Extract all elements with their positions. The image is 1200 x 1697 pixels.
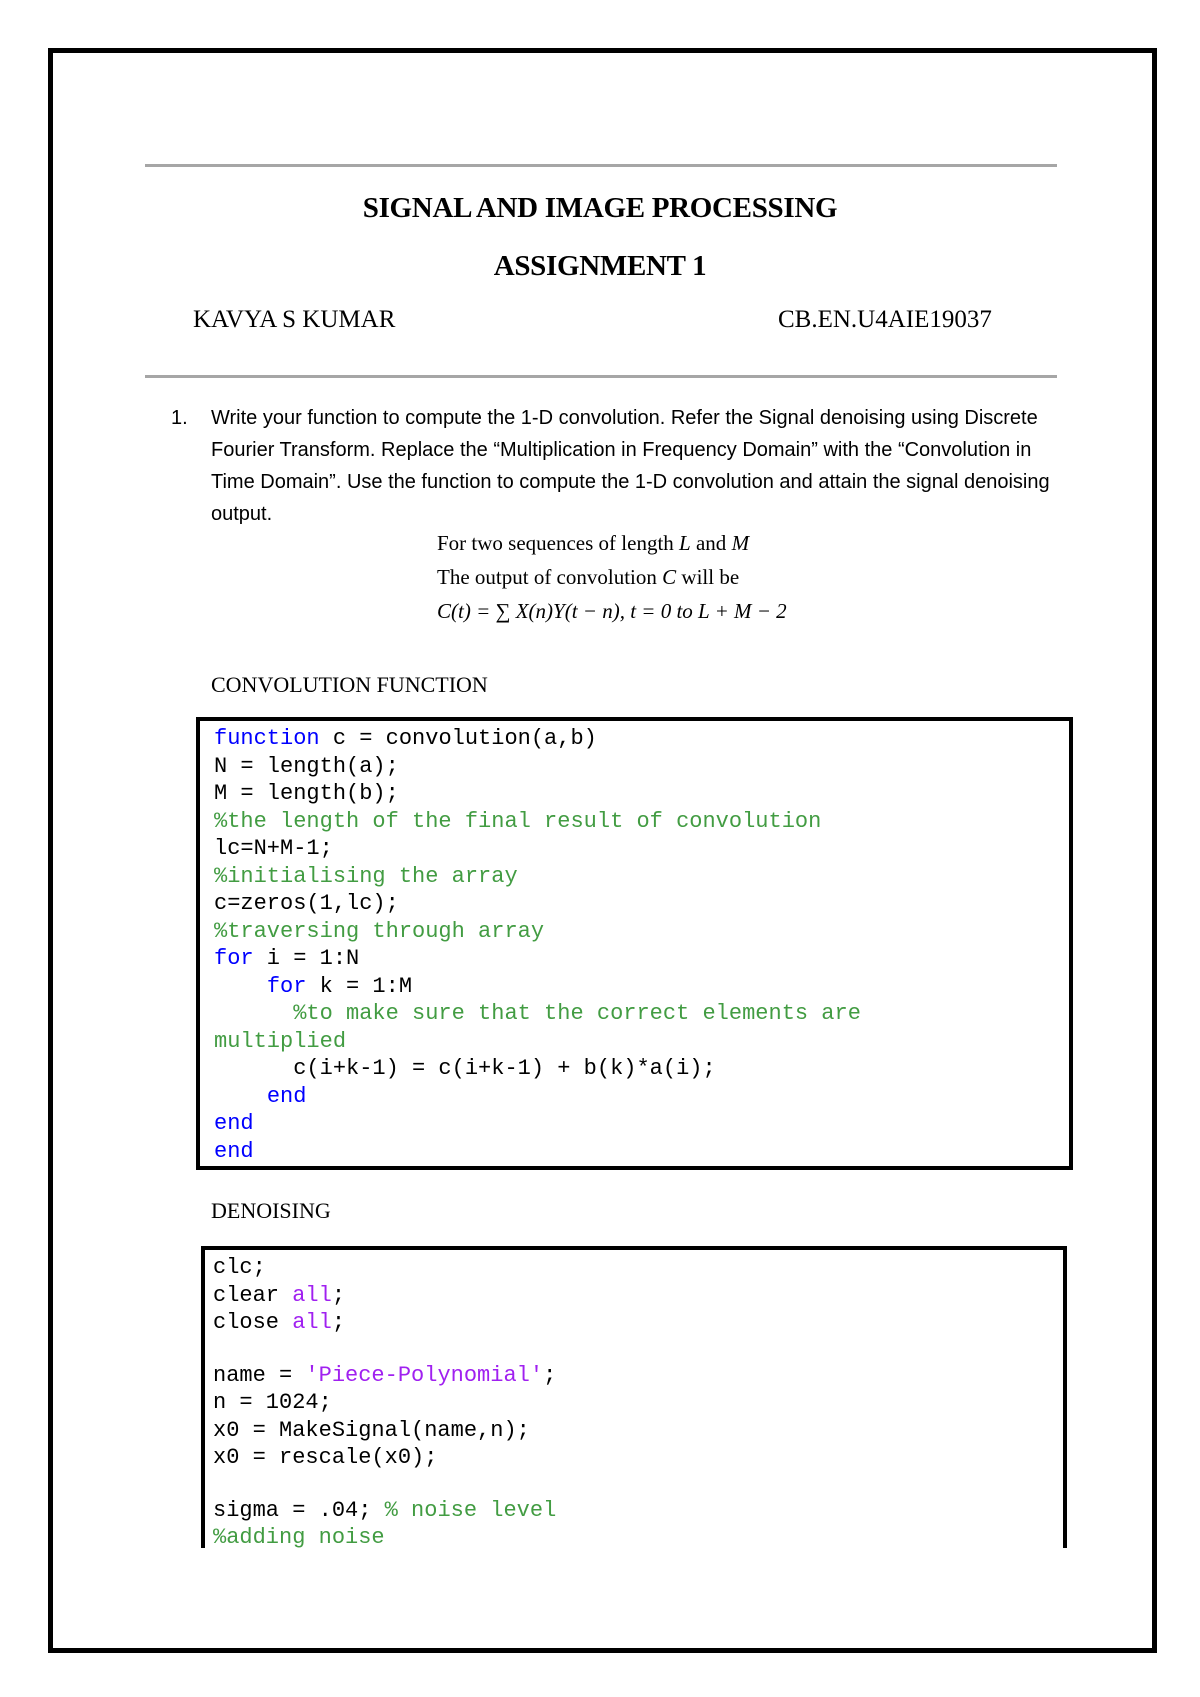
denoising-heading: DENOISING [211,1198,331,1223]
code-line: %adding noise [213,1524,1063,1552]
document-title: SIGNAL AND IMAGE PROCESSING [362,192,838,224]
code-keyword: function [214,726,320,751]
code-text: clear [213,1282,293,1308]
code-line: for k = 1:M [214,973,1069,1001]
formula-var: C [662,565,677,589]
code-line: M = length(b); [214,780,1069,808]
denoising-code-block: clc; clear all; close all; name = 'Piece-Po… [201,1246,1067,1550]
formula-line-2: The output of convolution C will be [437,560,787,594]
code-lines: clc; clear all; close all; name = 'Piece-Po… [205,1250,1063,1552]
code-line: c(i+k-1) = c(i+k-1) + b(k)*a(i); [214,1055,1069,1083]
formula-var: M [731,531,750,555]
code-string: all [292,1282,332,1308]
code-text: c=zeros(1,lc); [214,891,399,916]
code-text: lc=N+M-1; [214,836,333,861]
code-text: i = 1:N [253,946,360,971]
code-text: k = 1:M [306,973,413,999]
code-text: ; [331,1310,346,1335]
code-text: n = 1024; [213,1390,332,1415]
convolution-formula: For two sequences of length L and M The … [437,526,787,628]
code-line: %to make sure that the correct elements … [214,1000,1069,1028]
code-text: N = length(a); [214,753,399,779]
code-line: %the length of the final result of convo… [214,808,1069,836]
question-text: Write your function to compute the 1-D c… [211,407,1050,525]
roll-number: CB.EN.U4AIE19037 [778,306,992,333]
code-string: all [292,1310,332,1335]
code-text: sigma = .04; [213,1497,385,1523]
code-text: M = length(b); [214,781,399,806]
code-line: N = length(a); [214,753,1069,781]
code-keyword: end [214,1138,254,1164]
code-comment: multiplied [214,1028,347,1054]
code-text: ; [331,1282,346,1308]
code-lines: function c = convolution(a,b) N = length(… [200,721,1069,1165]
code-keyword: for [266,973,307,999]
code-line: c=zeros(1,lc); [214,890,1069,918]
code-keyword: end [266,1083,307,1109]
code-line: end [214,1083,1069,1111]
formula-text: The output of convolution [437,565,663,589]
formula-equation: C(t) = ∑ X(n)Y(t − n), t = 0 to L + M − … [437,599,787,623]
question-1: 1. Write your function to compute the 1-… [171,402,1071,530]
code-keyword: for [214,946,254,971]
code-text: x0 = MakeSignal(name,n); [213,1417,530,1443]
code-line: n = 1024; [213,1389,1063,1417]
code-text: c(i+k-1) = c(i+k-1) + b(k)*a(i); [214,1056,716,1081]
formula-line-1: For two sequences of length L and M [437,526,787,560]
convolution-code-block: function c = convolution(a,b) N = length(… [196,717,1073,1170]
code-comment: %initialising the array [214,863,518,889]
code-line: sigma = .04; % noise level [213,1497,1063,1525]
code-comment: %traversing through array [214,918,545,944]
top-rule [145,164,1057,167]
formula-text: For two sequences of length [437,531,680,555]
code-keyword: end [214,1111,254,1136]
code-line: end [214,1138,1069,1166]
code-line: for i = 1:N [214,945,1069,973]
code-line: clc; [213,1254,1063,1282]
formula-var: L [679,531,691,555]
student-name: KAVYA S KUMAR [193,306,396,333]
code-line: function c = convolution(a,b) [214,725,1069,753]
code-comment: %adding noise [213,1525,385,1550]
bottom-rule [145,375,1057,378]
code-comment: % noise level [384,1497,557,1523]
formula-text: will be [676,565,740,589]
code-line: close all; [213,1309,1063,1337]
code-text: clc; [213,1255,266,1280]
code-line: name = 'Piece-Polynomial'; [213,1362,1063,1390]
code-text: x0 = rescale(x0); [213,1445,438,1470]
question-number: 1. [171,407,188,429]
convolution-function-heading: CONVOLUTION FUNCTION [211,672,488,697]
code-line: lc=N+M-1; [214,835,1069,863]
code-line: x0 = MakeSignal(name,n); [213,1417,1063,1445]
assignment-title: ASSIGNMENT 1 [493,250,707,282]
code-line: end [214,1110,1069,1138]
code-line: %traversing through array [214,918,1069,946]
code-text: ; [543,1362,557,1388]
formula-line-3: C(t) = ∑ X(n)Y(t − n), t = 0 to L + M − … [437,594,787,628]
code-comment: %the length of the final result of convo… [214,808,822,834]
code-line: clear all; [213,1282,1063,1310]
code-line: %initialising the array [214,863,1069,891]
code-text: name = [213,1362,306,1388]
code-text: close [213,1310,293,1335]
code-comment: %to make sure that the correct elements … [214,1001,861,1026]
code-line: multiplied [214,1028,1069,1056]
code-line: x0 = rescale(x0); [213,1444,1063,1472]
code-text: c = convolution(a,b) [319,726,597,751]
code-string: 'Piece-Polynomial' [305,1362,544,1388]
formula-text: and [690,531,732,555]
